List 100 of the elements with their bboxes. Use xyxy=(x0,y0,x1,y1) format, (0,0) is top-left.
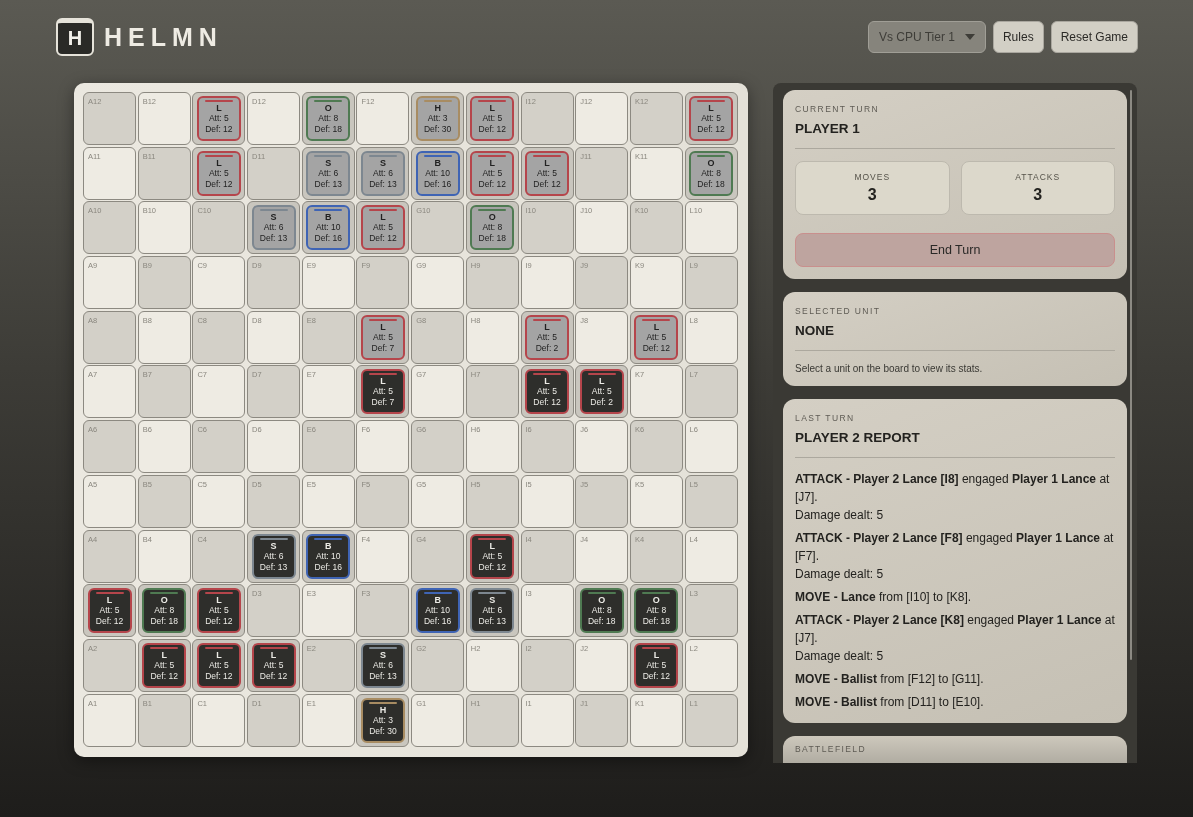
unit-defense: Def: 2 xyxy=(590,397,614,409)
unit-attack: Att: 8 xyxy=(318,113,339,124)
unit-symbol: L xyxy=(380,321,386,332)
unit-attack: Att: 6 xyxy=(373,167,393,179)
unit-attack: Att: 5 xyxy=(154,659,175,671)
card-title: PLAYER 2 REPORT xyxy=(795,430,1115,458)
unit-attack: Att: 5 xyxy=(701,113,721,124)
unit-attack: Att: 10 xyxy=(425,167,450,179)
unit-symbol: L xyxy=(653,321,660,332)
unit-defense: Def: 13 xyxy=(259,561,288,573)
mode-dropdown[interactable]: Vs CPU Tier 1 xyxy=(867,21,986,53)
unit-attack: Att: 5 xyxy=(208,167,229,179)
unit-defense: Def: 12 xyxy=(478,561,506,573)
unit-attack: Att: 5 xyxy=(482,113,503,124)
caret-icon xyxy=(964,34,975,40)
unit-attack: Att: 5 xyxy=(646,659,667,671)
unit-symbol: O xyxy=(652,595,660,606)
unit-symbol: L xyxy=(216,649,222,660)
unit-symbol: B xyxy=(325,212,332,223)
unit-defense: Def: 2 xyxy=(535,342,559,354)
unit-symbol: L xyxy=(653,649,660,660)
unit-symbol: S xyxy=(325,157,332,168)
unit-symbol: B xyxy=(434,595,441,606)
unit-defense: Def: 16 xyxy=(423,616,452,628)
hint-text: Select a unit on the board to view its stats. xyxy=(795,363,984,374)
reset-button[interactable]: Reset Game xyxy=(1050,21,1138,53)
unit-defense: Def: 7 xyxy=(371,397,395,409)
unit-attack: Att: 3 xyxy=(427,113,448,124)
unit-attack: Att: 8 xyxy=(154,605,175,617)
unit-attack: Att: 8 xyxy=(646,605,667,617)
unit-defense: Def: 18 xyxy=(314,124,342,135)
unit-defense: Def: 12 xyxy=(369,233,397,245)
unit-attack: Att: 5 xyxy=(99,605,120,617)
unit-symbol: L xyxy=(380,212,386,223)
unit-symbol: H xyxy=(434,103,441,113)
card-heading: BATTLEFIELD xyxy=(795,744,867,754)
unit-symbol: L xyxy=(161,649,167,660)
log-entry: MOVE - Ballist from [F12] to [G11]. xyxy=(795,671,985,688)
unit-symbol: L xyxy=(708,103,714,113)
unit-defense: Def: 12 xyxy=(205,616,233,628)
unit-attack: Att: 5 xyxy=(373,331,393,343)
rules-button[interactable]: Rules xyxy=(992,21,1044,53)
unit-defense: Def: 16 xyxy=(423,178,452,190)
unit-symbol: O xyxy=(598,595,606,606)
unit-attack: Att: 6 xyxy=(318,167,339,179)
stat-value: 3 xyxy=(1033,186,1043,204)
unit-symbol: L xyxy=(544,376,550,387)
card-title: NONE xyxy=(795,323,1115,351)
log-entry: MOVE - Ballist from [D11] to [E10]. xyxy=(795,694,985,711)
unit-attack: Att: 8 xyxy=(482,222,503,234)
end-turn-button[interactable]: End Turn xyxy=(795,233,1115,267)
log-entry: ATTACK - Player 2 Lance [K8] engaged Player 1 Lance at [J7]. xyxy=(795,612,1115,647)
unit-attack: Att: 8 xyxy=(591,605,612,617)
unit-symbol: S xyxy=(489,595,496,606)
app-title: HELMN xyxy=(104,22,223,52)
unit-defense: Def: 12 xyxy=(205,670,233,682)
log-entry: ATTACK - Player 2 Lance [I8] engaged Player 1 Lance at [J7]. xyxy=(795,471,1111,506)
unit-attack: Att: 10 xyxy=(425,605,450,617)
unit-attack: Att: 8 xyxy=(701,167,721,179)
unit-attack: Att: 3 xyxy=(373,714,393,726)
unit-attack: Att: 6 xyxy=(263,550,284,562)
stat-label: MOVES xyxy=(854,172,891,182)
damage-text: Damage dealt: 5 xyxy=(795,648,885,665)
unit-defense: Def: 16 xyxy=(314,233,342,245)
unit-attack: Att: 5 xyxy=(537,167,557,179)
unit-attack: Att: 5 xyxy=(537,331,557,343)
unit-defense: Def: 12 xyxy=(478,178,506,190)
unit-defense: Def: 18 xyxy=(478,233,506,245)
unit-defense: Def: 7 xyxy=(371,342,395,354)
unit-defense: Def: 12 xyxy=(205,178,233,190)
unit-attack: Att: 10 xyxy=(315,222,341,234)
unit-symbol: B xyxy=(325,540,332,551)
unit-attack: Att: 5 xyxy=(537,386,557,398)
unit-attack: Att: 10 xyxy=(315,550,341,562)
unit-attack: Att: 5 xyxy=(646,331,667,343)
log-entry: ATTACK - Player 2 Lance [F8] engaged Player 1 Lance at [F7]. xyxy=(795,530,1115,565)
damage-text: Damage dealt: 5 xyxy=(795,566,885,583)
scrollbar-thumb[interactable] xyxy=(1130,90,1132,660)
unit-defense: Def: 13 xyxy=(259,233,288,245)
unit-symbol: L xyxy=(216,595,222,606)
unit-defense: Def: 12 xyxy=(259,670,288,682)
unit-attack: Att: 5 xyxy=(482,550,503,562)
unit-attack: Att: 5 xyxy=(208,605,229,617)
unit-defense: Def: 16 xyxy=(314,561,342,573)
unit-attack: Att: 6 xyxy=(263,222,284,234)
unit-symbol: L xyxy=(270,649,277,660)
unit-defense: Def: 13 xyxy=(478,616,506,628)
unit-defense: Def: 13 xyxy=(369,670,397,682)
unit-symbol: S xyxy=(379,649,386,660)
unit-symbol: L xyxy=(489,103,496,113)
unit-defense: Def: 12 xyxy=(150,670,178,682)
unit-symbol: L xyxy=(544,321,550,332)
unit-symbol: L xyxy=(544,157,550,168)
card-heading: CURRENT TURN xyxy=(795,104,880,114)
unit-attack: Att: 5 xyxy=(373,222,393,234)
stat-value: 3 xyxy=(867,186,877,204)
unit-defense: Def: 12 xyxy=(95,616,124,628)
unit-attack: Att: 5 xyxy=(591,386,612,398)
card-heading: LAST TURN xyxy=(795,413,856,423)
unit-symbol: O xyxy=(324,103,332,113)
